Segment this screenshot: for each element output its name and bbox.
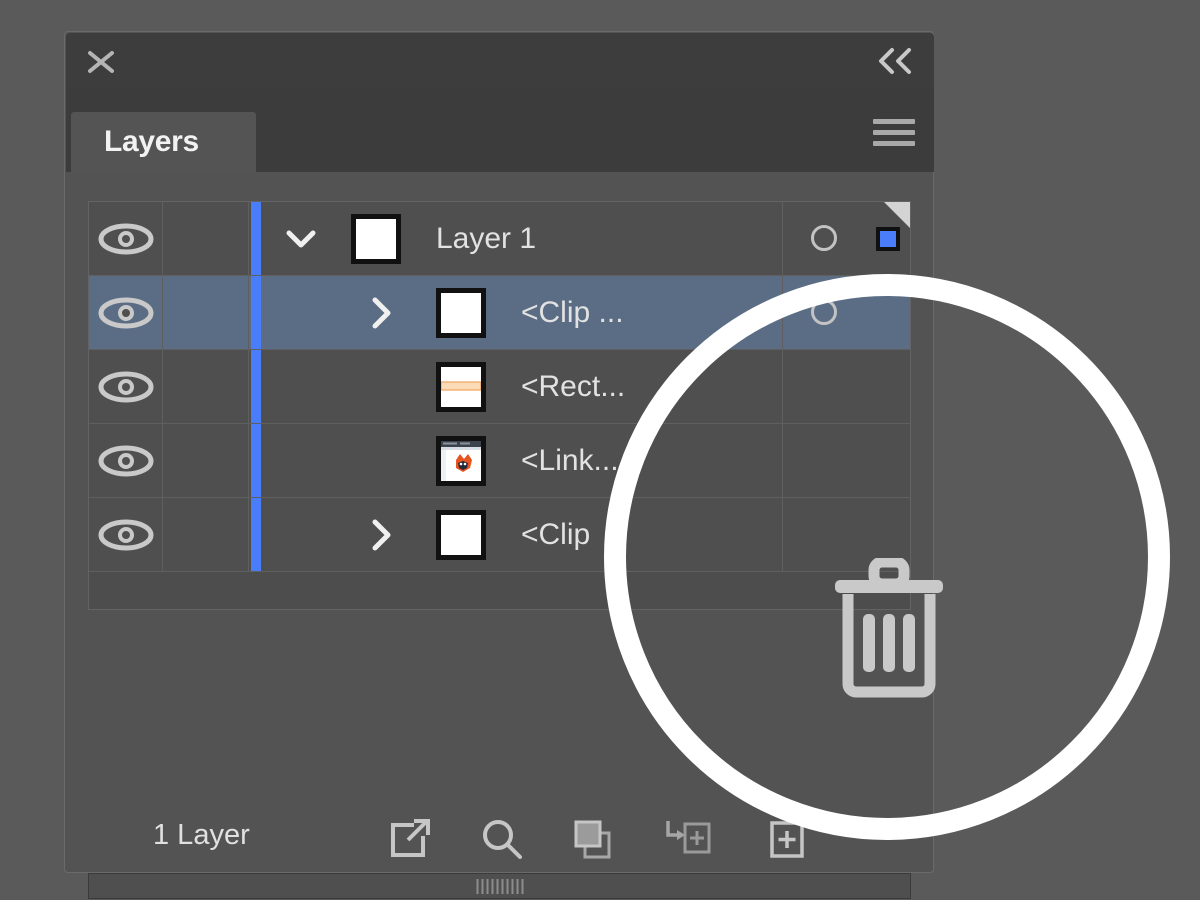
layer-color-strip — [251, 202, 261, 275]
table-row[interactable]: <Rect... — [89, 350, 910, 424]
layer-thumbnail[interactable] — [436, 362, 486, 412]
close-icon[interactable] — [86, 47, 116, 77]
panel-menu-icon[interactable] — [869, 116, 919, 150]
layer-thumbnail[interactable] — [351, 214, 401, 264]
duplicate-selection-button[interactable] — [567, 815, 621, 863]
layer-name[interactable]: Layer 1 — [436, 202, 536, 275]
new-sublayer-icon — [666, 821, 711, 854]
layer-color-strip — [251, 424, 261, 497]
locate-object-button[interactable] — [475, 815, 529, 863]
row-divider — [782, 202, 783, 275]
panel-titlebar — [66, 33, 934, 88]
eye-icon — [98, 371, 154, 403]
rect-thumb-art — [441, 367, 481, 407]
row-divider — [782, 276, 783, 349]
plus-square-icon — [770, 821, 804, 858]
layer-thumbnail[interactable] — [436, 510, 486, 560]
table-row[interactable]: <Clip ... — [89, 276, 910, 350]
linked-image-thumb-art — [441, 441, 481, 481]
search-icon — [483, 820, 522, 859]
layer-thumbnail[interactable] — [436, 436, 486, 486]
chevron-down-glyph — [286, 230, 316, 248]
eye-icon — [98, 445, 154, 477]
table-row[interactable]: <Link... — [89, 424, 910, 498]
copy-icon — [574, 820, 611, 859]
target-indicator-icon[interactable] — [811, 225, 837, 251]
eye-icon — [98, 297, 154, 329]
double-chevron-left-glyph — [879, 48, 911, 74]
trash-icon — [835, 556, 943, 698]
table-row[interactable]: <Clip — [89, 498, 910, 572]
delete-selection-button[interactable] — [830, 556, 948, 698]
release-to-layers-button[interactable] — [383, 815, 437, 863]
chevron-right-icon[interactable] — [361, 498, 401, 571]
layer-thumbnail[interactable] — [436, 288, 486, 338]
visibility-toggle[interactable] — [89, 350, 163, 423]
row-divider — [782, 424, 783, 497]
create-sublayer-button[interactable] — [659, 815, 713, 863]
grip-marks — [476, 879, 523, 894]
table-row[interactable]: Layer 1 — [89, 202, 910, 276]
chevron-right-icon[interactable] — [361, 276, 401, 349]
menu-line-3 — [873, 141, 915, 146]
layer-color-strip — [251, 350, 261, 423]
lock-toggle[interactable] — [163, 498, 249, 571]
chevron-down-icon[interactable] — [281, 202, 321, 275]
layers-panel: Layers Layer 1 <Clip ... <Rect... <Link... <… — [64, 31, 934, 899]
panel-resize-grip[interactable] — [88, 873, 911, 899]
visibility-toggle[interactable] — [89, 424, 163, 497]
row-divider — [782, 350, 783, 423]
chevron-right-glyph — [372, 297, 391, 329]
visibility-toggle[interactable] — [89, 498, 163, 571]
layer-name[interactable]: <Link... — [521, 424, 619, 497]
layer-name[interactable]: <Rect... — [521, 350, 625, 423]
layer-list[interactable]: Layer 1 <Clip ... <Rect... <Link... <Clip — [88, 201, 911, 610]
layer-color-strip — [251, 498, 261, 571]
layer-count-status: 1 Layer — [153, 819, 250, 851]
eye-icon — [98, 223, 154, 255]
selection-indicator-square[interactable] — [876, 227, 900, 251]
chevron-right-glyph — [372, 519, 391, 551]
layer-name[interactable]: <Clip ... — [521, 276, 624, 349]
layer-name[interactable]: <Clip — [521, 498, 590, 571]
target-indicator-icon[interactable] — [811, 299, 837, 325]
visibility-toggle[interactable] — [89, 276, 163, 349]
lock-toggle[interactable] — [163, 276, 249, 349]
lock-toggle[interactable] — [163, 350, 249, 423]
menu-line-1 — [873, 119, 915, 124]
collapse-panel-icon[interactable] — [876, 45, 916, 77]
tab-layers-label: Layers — [104, 125, 199, 158]
row-divider — [782, 498, 783, 571]
tab-layers[interactable]: Layers — [71, 112, 256, 172]
close-glyph — [88, 51, 114, 73]
lock-toggle[interactable] — [163, 424, 249, 497]
panel-tabbar: Layers — [66, 88, 934, 172]
visibility-toggle[interactable] — [89, 202, 163, 275]
create-new-layer-button[interactable] — [759, 815, 813, 863]
layer-color-strip — [251, 276, 261, 349]
lock-toggle[interactable] — [163, 202, 249, 275]
menu-line-2 — [873, 130, 915, 135]
external-link-icon — [391, 819, 430, 857]
eye-icon — [98, 519, 154, 551]
